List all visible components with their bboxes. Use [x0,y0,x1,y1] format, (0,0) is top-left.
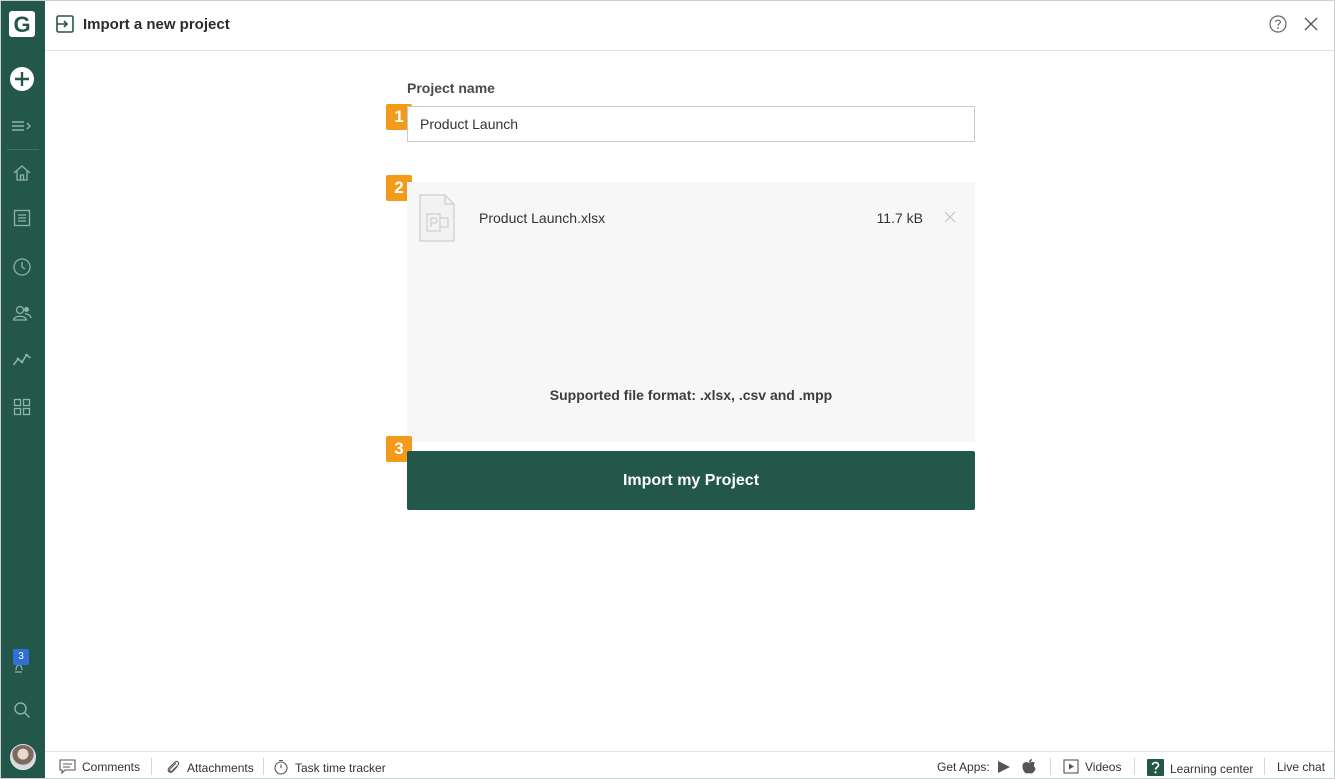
import-icon [56,15,74,33]
stopwatch-icon [274,759,288,775]
app-window: G 3 Import a new project Project name 1 … [0,0,1335,779]
attachments-label: Attachments [187,761,254,775]
file-name: Product Launch.xlsx [479,210,606,226]
notifications-button[interactable]: 3 [11,649,35,675]
sidebar-divider [7,149,39,150]
expand-menu-icon[interactable] [11,117,33,135]
avatar[interactable] [10,744,36,770]
comment-icon [59,759,76,775]
clock-icon[interactable] [12,257,32,277]
footer-separator [1050,758,1051,775]
learning-center-label: Learning center [1170,762,1254,776]
remove-file-icon[interactable] [943,210,957,224]
file-icon [419,194,455,242]
comments-link[interactable]: Comments [59,759,140,775]
footer-separator [151,758,152,775]
import-project-button[interactable]: Import my Project [407,451,975,510]
footer-separator [1264,758,1265,775]
sidebar: G 3 [1,1,45,778]
project-name-input[interactable] [407,106,975,142]
chart-line-icon[interactable] [12,349,32,369]
list-icon[interactable] [12,208,32,228]
users-icon[interactable] [12,303,32,323]
footer-separator [263,758,264,775]
project-name-label: Project name [407,80,495,96]
attachments-link[interactable]: Attachments [165,759,254,775]
close-icon[interactable] [1302,15,1320,33]
search-icon[interactable] [12,700,32,720]
comments-label: Comments [82,760,141,774]
notifications-count-badge: 3 [13,649,29,665]
page-title: Import a new project [83,16,230,33]
videos-link[interactable]: Videos [1063,759,1121,775]
task-time-tracker-label: Task time tracker [295,761,386,775]
help-icon[interactable] [1268,14,1288,34]
learning-center-icon [1147,759,1164,776]
logo-letter: G [13,12,30,37]
google-play-icon[interactable] [997,760,1011,774]
task-time-tracker-link[interactable]: Task time tracker [273,759,386,775]
file-size: 11.7 kB [876,210,923,226]
footer-separator [1134,758,1135,775]
supported-formats-text: Supported file format: .xlsx, .csv and .… [549,387,833,403]
footer-bar: Comments Attachments Task time tracker G… [45,751,1334,778]
logo-icon[interactable]: G [9,11,35,37]
videos-label: Videos [1085,760,1122,774]
apps-grid-icon[interactable] [12,397,32,417]
dialog-header: Import a new project [45,1,1334,51]
live-chat-link[interactable]: Live chat [1277,759,1325,775]
paperclip-icon [167,760,180,773]
get-apps-label: Get Apps: [937,760,990,774]
apple-icon[interactable] [1021,758,1037,775]
add-icon[interactable] [9,66,35,92]
learning-center-link[interactable]: Learning center [1147,759,1254,776]
video-icon [1063,759,1079,774]
file-dropzone[interactable]: Product Launch.xlsx 11.7 kB Supported fi… [407,182,975,442]
home-icon[interactable] [12,163,32,183]
